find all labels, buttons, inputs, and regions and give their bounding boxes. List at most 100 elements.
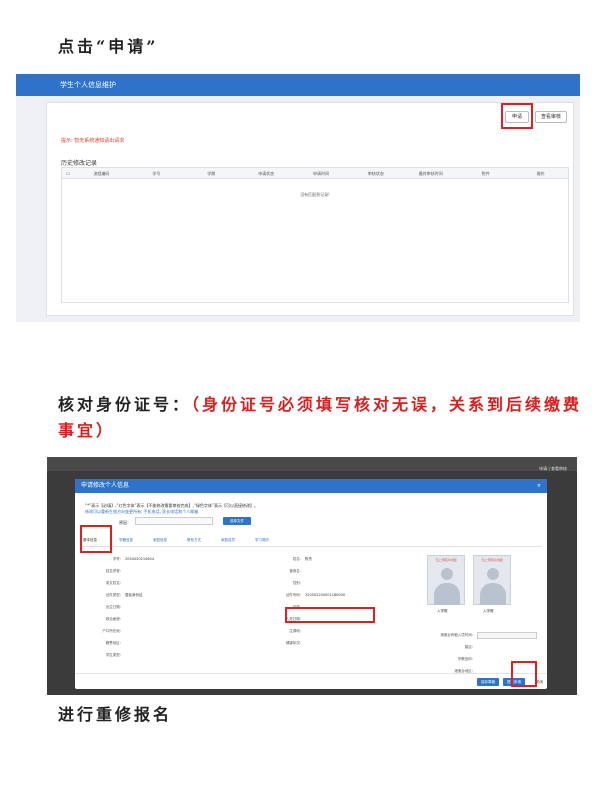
field-label: 出生日期:: [105, 604, 121, 609]
field-label: 曾用名:: [289, 568, 301, 573]
photo-title: 无上传照片的图: [435, 558, 457, 562]
field-row: 户口所在地: 生源地:: [81, 625, 441, 637]
field-value[interactable]: [301, 641, 305, 646]
save-draft-button[interactable]: 保存草稿: [477, 678, 499, 686]
field-label: 姓名拼音:: [105, 568, 121, 573]
close-icon[interactable]: ×: [537, 479, 541, 493]
field-label: 宗教信仰:: [457, 656, 473, 661]
background-buttons: 申请 | 查看审核: [539, 466, 567, 471]
field-row: 英文姓名: 性别:: [81, 577, 441, 589]
upload-button[interactable]: 选择文件: [223, 517, 251, 525]
tab-family-members[interactable]: 家庭成员: [221, 538, 235, 543]
field-value[interactable]: [121, 605, 125, 610]
field-value[interactable]: [301, 629, 305, 634]
field-row: 出生日期: 民族:: [81, 601, 441, 613]
field-value: 2054020210604: [125, 556, 154, 561]
modal-header: 申请修改个人信息 ×: [75, 479, 547, 493]
page-title-bar: 学生个人信息维护: [16, 74, 580, 96]
step1-heading: 点击“申请”: [58, 37, 159, 56]
field-row: 证件类型: 居民身份证 证件号码: 320502200001160000: [81, 589, 441, 601]
field-label: 学生类型:: [105, 652, 121, 657]
photo-placeholder[interactable]: 无上传照片的图: [473, 555, 511, 605]
column-header[interactable]: 流程编码: [74, 168, 129, 178]
id-number-field[interactable]: 320502200001160000: [301, 593, 345, 598]
history-table: ☐ 流程编码 学号 学期 申请状态 申请时间 审核状态 最终审核时间 附件 操作…: [61, 167, 569, 303]
field-label: 学号:: [112, 556, 121, 561]
field-label: 政治面貌:: [105, 616, 121, 621]
tab-study-history[interactable]: 学习简历: [255, 538, 269, 543]
field-label: 健康状况:: [285, 640, 301, 645]
field-label: 性别:: [292, 580, 301, 585]
field-label: 户口所在地:: [102, 628, 121, 633]
field-row: 学号: 2054020210604 姓名: 陈杰: [81, 553, 441, 565]
field-label: 港澳台侨胞入境时间:: [440, 632, 473, 637]
field-value[interactable]: [301, 581, 305, 586]
field-label: 证件类型:: [105, 592, 121, 597]
id-number-label: 证件号码:: [285, 592, 301, 597]
field-label: 姓名:: [292, 556, 301, 561]
basic-info-fields: 学号: 2054020210604 姓名: 陈杰 姓名拼音: 曾用名: 英文姓名: …: [81, 553, 441, 661]
modal-footer: 保存草稿 提交申请 关闭: [75, 673, 547, 689]
column-header[interactable]: 操作: [513, 168, 568, 178]
highlight-box-submit: [511, 661, 537, 687]
modal-title: 申请修改个人信息: [81, 482, 130, 489]
photo-label: 入学照: [483, 609, 494, 613]
avatar-body-icon: [480, 583, 506, 605]
empty-message: 没有匹配到记录!: [300, 192, 330, 197]
column-header[interactable]: 申请时间: [294, 168, 349, 178]
tip-text: 提示: 暂无系统通知请出请求: [61, 138, 125, 144]
avatar-body-icon: [434, 583, 460, 605]
field-value[interactable]: [121, 629, 125, 634]
column-header[interactable]: 学号: [129, 168, 184, 178]
avatar-head-icon: [441, 568, 453, 580]
tab-enrollment-info[interactable]: 学籍信息: [119, 538, 133, 543]
column-header[interactable]: 最终审核时间: [403, 168, 458, 178]
screenshot-student-info-page: 学生个人信息维护 申请 查看审核 提示: 暂无系统通知请出请求 历史修改记录 ☐…: [16, 74, 580, 322]
field-row: 籍贯地区: 健康状况:: [81, 637, 441, 649]
history-title: 历史修改记录: [61, 160, 98, 167]
reason-label: 原因：: [119, 520, 131, 525]
photo-placeholder[interactable]: 无上传照片的图: [427, 555, 465, 605]
step3-heading: 进行重修报名: [58, 705, 173, 724]
step2-heading-main: 核对身份证号：: [58, 395, 192, 414]
field-value[interactable]: [121, 617, 125, 622]
tab-contact[interactable]: 联系方式: [187, 538, 201, 543]
column-header[interactable]: 学期: [184, 168, 239, 178]
background-bar: [47, 457, 577, 471]
avatar-head-icon: [487, 568, 499, 580]
photo-label: 入学照: [437, 609, 448, 613]
close-button[interactable]: 关闭: [536, 678, 543, 686]
photo-title: 无上传照片的图: [481, 558, 503, 562]
field-value[interactable]: 居民身份证: [121, 593, 143, 598]
apply-modal: 申请修改个人信息 × “*”表示【必填】,“红色字体”表示【不能修改需要审核完成…: [75, 479, 547, 689]
main-panel: 申请 查看审核 提示: 暂无系统通知请出请求 历史修改记录 ☐ 流程编码 学号 …: [46, 102, 574, 316]
field-value[interactable]: [121, 569, 125, 574]
column-header[interactable]: 附件: [458, 168, 513, 178]
editable-note: 修改可以重新生效方向变更所有: 手机电话, 家长电话和个人邮箱: [85, 509, 199, 514]
reason-input[interactable]: [135, 517, 213, 525]
field-value[interactable]: [121, 581, 125, 586]
screenshot-apply-modal: 申请 | 查看审核 申请修改个人信息 × “*”表示【必填】,“红色字体”表示【…: [47, 457, 577, 695]
highlight-box-basic-tab: [80, 525, 112, 553]
tab-family-info[interactable]: 家庭信息: [153, 538, 167, 543]
table-header: ☐ 流程编码 学号 学期 申请状态 申请时间 审核状态 最终审核时间 附件 操作: [62, 168, 568, 179]
field-row: 政治面貌: 入党日期:: [81, 613, 441, 625]
info-tabs: 基本信息 学籍信息 家庭信息 联系方式 家庭成员 学习简历: [81, 535, 541, 547]
field-row: 姓名拼音: 曾用名:: [81, 565, 441, 577]
field-label: 英文姓名:: [105, 580, 121, 585]
field-label: 婚否:: [464, 644, 473, 649]
field-value[interactable]: [301, 569, 305, 574]
highlight-box-id-number: [285, 607, 375, 623]
highlight-box-apply: [501, 103, 533, 129]
field-value[interactable]: [121, 653, 125, 658]
field-input[interactable]: [477, 631, 537, 639]
field-value[interactable]: [121, 641, 125, 646]
review-button[interactable]: 查看审核: [535, 111, 567, 123]
column-header[interactable]: 申请状态: [239, 168, 294, 178]
select-all-checkbox[interactable]: ☐: [62, 168, 74, 178]
field-value: 陈杰: [305, 556, 312, 561]
field-label: 籍贯地区:: [105, 640, 121, 645]
column-header[interactable]: 审核状态: [348, 168, 403, 178]
step2-heading: 核对身份证号：（身份证号必须填写核对无误，关系到后续缴费事宜）: [58, 392, 588, 444]
field-row: 学生类型:: [81, 649, 441, 661]
